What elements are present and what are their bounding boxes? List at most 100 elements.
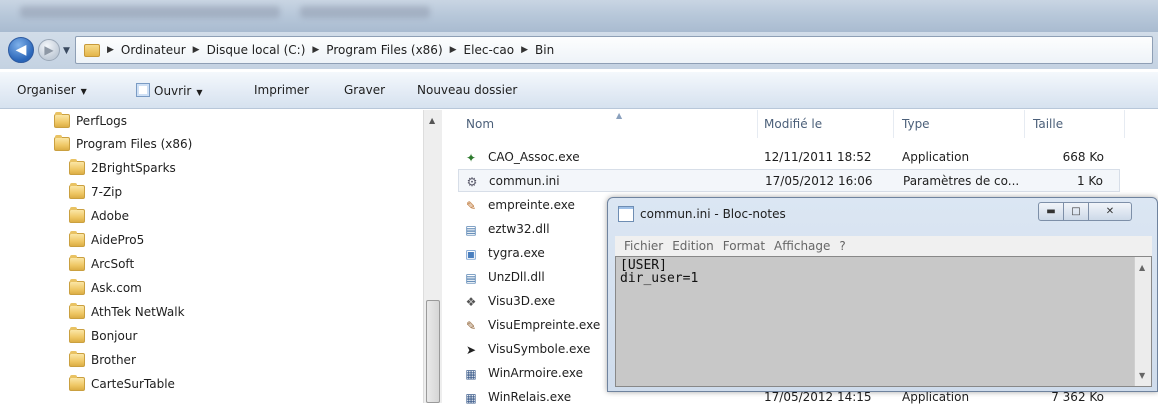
winrelais-app-icon: ▦ <box>465 391 477 405</box>
folder-icon <box>69 279 85 295</box>
forward-button[interactable]: ▶ <box>38 39 60 61</box>
ini-file-icon: ⚙ <box>466 175 478 189</box>
folder-icon <box>69 159 85 175</box>
nav-item-askcom[interactable]: Ask.com <box>69 277 142 299</box>
nav-item-2brightsparks[interactable]: 2BrightSparks <box>69 157 176 179</box>
file-size: 1 Ko <box>1076 174 1103 188</box>
chevron-down-icon: ▼ <box>80 87 87 96</box>
address-row: ◀ ▶ ▼ ▶ Ordinateur ▶ Disque local (C:) ▶… <box>0 32 1158 69</box>
nav-item-label: AidePro5 <box>91 233 145 247</box>
file-type: Application <box>902 390 970 404</box>
visu3d-app-icon: ❖ <box>465 295 477 309</box>
scroll-down-icon[interactable]: ▼ <box>1139 371 1145 380</box>
menu-edit[interactable]: Edition <box>672 239 714 253</box>
nav-item-label: Brother <box>91 353 136 367</box>
blurred-title <box>20 6 280 18</box>
close-button[interactable]: ✕ <box>1088 202 1132 221</box>
folder-icon <box>69 183 85 199</box>
maximize-button[interactable]: □ <box>1063 202 1089 221</box>
scroll-up-icon[interactable]: ▲ <box>1139 263 1145 272</box>
back-button[interactable]: ◀ <box>8 37 34 63</box>
nav-item-adobe[interactable]: Adobe <box>69 205 129 227</box>
menu-format[interactable]: Format <box>723 239 765 253</box>
burn-button[interactable]: Graver <box>344 83 385 97</box>
breadcrumb-bin[interactable]: Bin <box>535 43 554 57</box>
chevron-right-icon[interactable]: ▶ <box>193 45 200 55</box>
open-button[interactable]: Ouvrir ▼ <box>136 83 203 98</box>
folder-icon <box>54 112 70 128</box>
column-header-name[interactable]: Nom ▲ <box>458 110 758 138</box>
nav-item-label: CarteSurTable <box>91 377 175 391</box>
nav-item-arcsoft[interactable]: ArcSoft <box>69 253 134 275</box>
file-name: tygra.exe <box>488 246 545 260</box>
nav-item-label: 7-Zip <box>91 185 123 199</box>
file-size: 7 362 Ko <box>1051 390 1104 404</box>
notepad-menubar: Fichier Edition Format Affichage ? <box>615 236 1152 256</box>
folder-icon <box>69 303 85 319</box>
visu-symbol-app-icon: ➤ <box>465 343 477 357</box>
file-modified: 17/05/2012 16:06 <box>765 174 873 188</box>
menu-view[interactable]: Affichage <box>774 239 830 253</box>
nav-item-cartesurtable[interactable]: CarteSurTable <box>69 373 175 395</box>
nav-item-label: Bonjour <box>91 329 138 343</box>
file-row[interactable]: ✦ CAO_Assoc.exe 12/11/2011 18:52 Applica… <box>458 146 1120 169</box>
file-name: empreinte.exe <box>488 198 575 212</box>
scrollbar-thumb[interactable] <box>426 300 440 403</box>
new-folder-button[interactable]: Nouveau dossier <box>417 83 517 97</box>
menu-help[interactable]: ? <box>839 239 845 253</box>
nav-item-perflogs[interactable]: PerfLogs <box>54 110 127 132</box>
cao-app-icon: ✦ <box>465 151 477 165</box>
nav-item-brother[interactable]: Brother <box>69 349 136 371</box>
notepad-content: [USER] dir_user=1 <box>620 258 699 286</box>
nav-item-aidepro5[interactable]: AidePro5 <box>69 229 144 251</box>
column-header-size[interactable]: Taille <box>1025 110 1125 138</box>
nav-item-athtek[interactable]: AthTek NetWalk <box>69 301 185 323</box>
minimize-icon: ▬ <box>1046 206 1056 217</box>
column-header-type[interactable]: Type <box>894 110 1025 138</box>
nav-item-label: PerfLogs <box>76 114 128 128</box>
minimize-button[interactable]: ▬ <box>1038 202 1064 221</box>
folder-icon <box>69 375 85 391</box>
nav-item-label: ArcSoft <box>91 257 135 271</box>
file-name: eztw32.dll <box>488 222 550 236</box>
nav-item-label: AthTek NetWalk <box>91 305 185 319</box>
file-type: Paramètres de co... <box>903 174 1020 188</box>
file-name: UnzDll.dll <box>488 270 545 284</box>
nav-item-7zip[interactable]: 7-Zip <box>69 181 122 203</box>
file-row[interactable]: ⚙ commun.ini 17/05/2012 16:06 Paramètres… <box>458 169 1120 192</box>
winarmoire-app-icon: ▦ <box>465 367 477 381</box>
breadcrumb-program-files[interactable]: Program Files (x86) <box>326 43 442 57</box>
breadcrumb-elec-cao[interactable]: Elec-cao <box>464 43 515 57</box>
recent-pages-dropdown[interactable]: ▼ <box>63 46 70 56</box>
organize-label: Organiser <box>17 83 76 97</box>
nav-item-program-files[interactable]: Program Files (x86) <box>54 133 192 155</box>
folder-icon <box>84 43 100 57</box>
notepad-window[interactable]: commun.ini - Bloc-notes ▬ □ ✕ Fichier Ed… <box>607 197 1158 392</box>
chevron-down-icon: ▼ <box>196 88 203 97</box>
column-header-modified[interactable]: Modifié le <box>756 110 894 138</box>
chevron-right-icon[interactable]: ▶ <box>521 45 528 55</box>
file-name: VisuSymbole.exe <box>488 342 591 356</box>
print-button[interactable]: Imprimer <box>254 83 309 97</box>
scroll-up-icon[interactable]: ▲ <box>429 116 435 125</box>
nav-scrollbar[interactable]: ▲ <box>423 110 442 403</box>
close-icon: ✕ <box>1105 206 1115 217</box>
file-size: 668 Ko <box>1062 150 1104 164</box>
notepad-scrollbar[interactable]: ▲ ▼ <box>1134 257 1151 386</box>
menu-file[interactable]: Fichier <box>624 239 663 253</box>
tygra-app-icon: ▣ <box>465 247 477 261</box>
nav-item-label: Program Files (x86) <box>76 137 193 151</box>
nav-item-bonjour[interactable]: Bonjour <box>69 325 137 347</box>
sort-up-icon: ▲ <box>616 111 623 120</box>
breadcrumb-computer[interactable]: Ordinateur <box>121 43 186 57</box>
address-bar[interactable]: ▶ Ordinateur ▶ Disque local (C:) ▶ Progr… <box>75 36 1153 64</box>
chevron-right-icon[interactable]: ▶ <box>107 45 114 55</box>
breadcrumb-local-disk[interactable]: Disque local (C:) <box>207 43 306 57</box>
file-name: VisuEmpreinte.exe <box>488 318 601 332</box>
dll-file-icon: ▤ <box>465 271 477 285</box>
organize-button[interactable]: Organiser ▼ <box>17 83 87 97</box>
chevron-right-icon[interactable]: ▶ <box>450 45 457 55</box>
file-name: commun.ini <box>489 174 560 188</box>
notepad-text-area[interactable]: [USER] dir_user=1 ▲ ▼ <box>615 256 1152 387</box>
chevron-right-icon[interactable]: ▶ <box>312 45 319 55</box>
